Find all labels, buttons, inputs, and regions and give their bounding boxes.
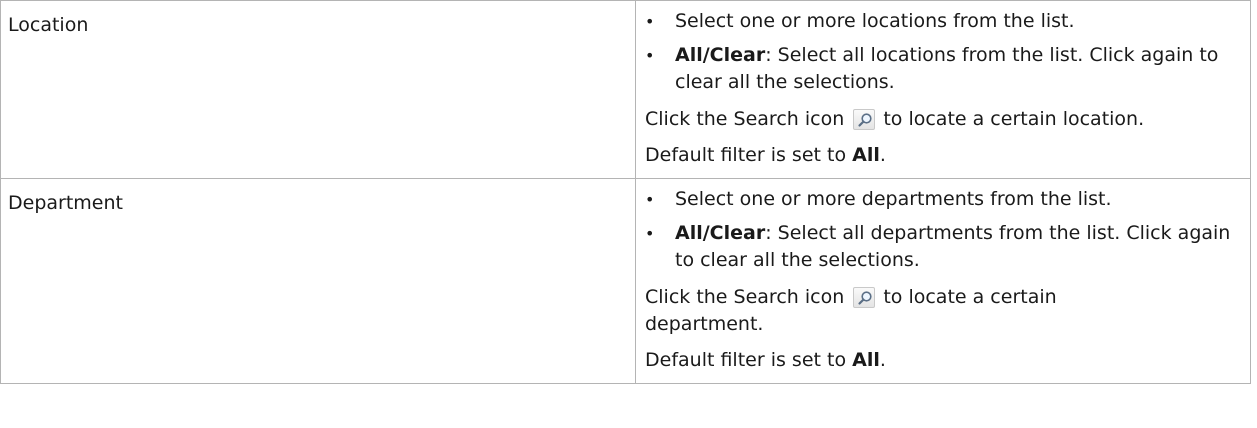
bullet-bold-term: All/Clear (675, 222, 766, 244)
default-note-after: . (879, 349, 886, 371)
bullet-text: Select one or more departments from the … (675, 188, 1112, 210)
search-instruction-after: to locate a certain location. (883, 108, 1145, 130)
default-filter-note: Default filter is set to All. (645, 142, 1242, 169)
search-instruction: Click the Search icon to locate a certai… (645, 284, 1125, 338)
default-note-bold: All (852, 144, 880, 166)
search-icon (853, 287, 876, 308)
table-row-location: Location • Select one or more locations … (0, 0, 1251, 179)
search-instruction-before: Click the Search icon (645, 286, 845, 308)
location-label: Location (0, 0, 636, 179)
list-item: • All/Clear: Select all locations from t… (645, 42, 1242, 96)
list-item: • Select one or more departments from th… (645, 186, 1242, 213)
location-description: • Select one or more locations from the … (635, 0, 1251, 179)
department-bullet-list: • Select one or more departments from th… (645, 186, 1242, 274)
default-filter-note: Default filter is set to All. (645, 347, 1242, 374)
table-row-department: Department • Select one or more departme… (0, 178, 1251, 384)
department-label: Department (0, 178, 636, 384)
bullet-bold-term: All/Clear (675, 44, 766, 66)
filter-options-table: Location • Select one or more locations … (0, 0, 1251, 384)
bullet-marker: • (645, 190, 655, 209)
search-instruction-before: Click the Search icon (645, 108, 845, 130)
default-note-bold: All (852, 349, 880, 371)
search-icon (853, 109, 876, 130)
department-description: • Select one or more departments from th… (635, 178, 1251, 384)
list-item: • Select one or more locations from the … (645, 8, 1242, 35)
bullet-marker: • (645, 12, 655, 31)
default-note-before: Default filter is set to (645, 349, 853, 371)
bullet-text: Select one or more locations from the li… (675, 10, 1075, 32)
bullet-marker: • (645, 224, 655, 243)
location-bullet-list: • Select one or more locations from the … (645, 8, 1242, 96)
default-note-after: . (879, 144, 886, 166)
default-note-before: Default filter is set to (645, 144, 853, 166)
list-item: • All/Clear: Select all departments from… (645, 220, 1242, 274)
bullet-marker: • (645, 46, 655, 65)
search-instruction: Click the Search icon to locate a certai… (645, 106, 1242, 133)
